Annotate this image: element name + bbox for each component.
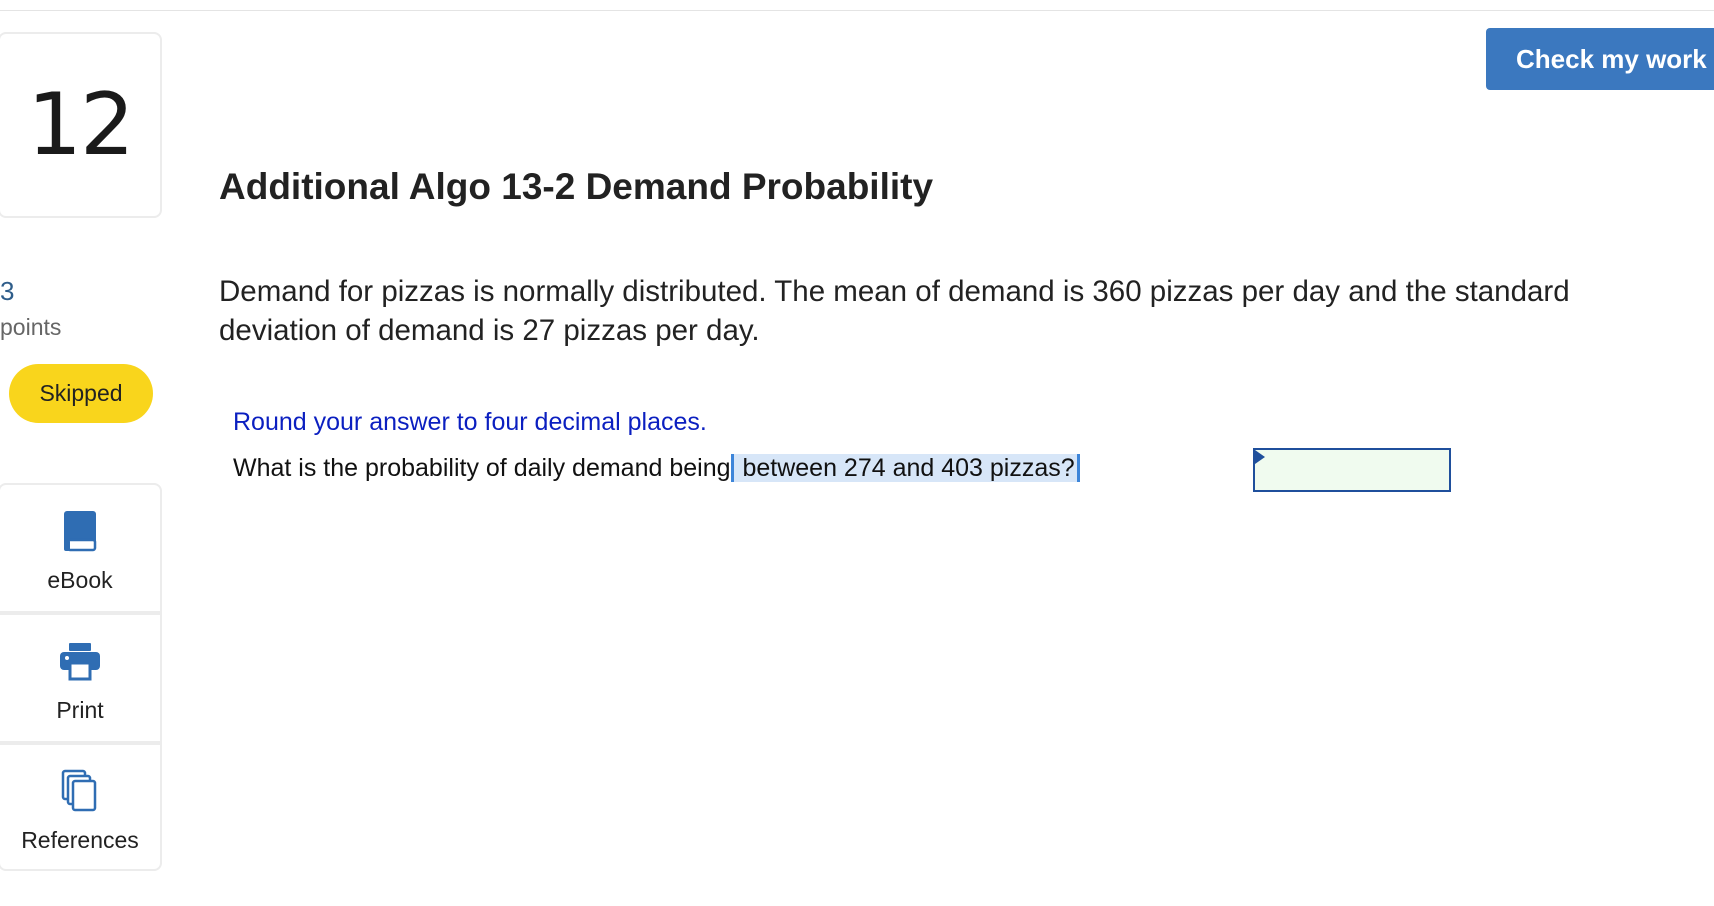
book-icon: [62, 509, 98, 553]
rounding-instruction: Round your answer to four decimal places…: [233, 408, 707, 436]
points-label: points: [0, 314, 62, 340]
question-stem: Demand for pizzas is normally distribute…: [219, 275, 1570, 347]
print-button[interactable]: Print: [0, 613, 162, 743]
references-button[interactable]: References: [0, 743, 162, 871]
status-badge: Skipped: [9, 364, 153, 423]
references-label: References: [21, 827, 139, 853]
print-label: Print: [56, 697, 104, 723]
question-number: 12: [27, 75, 134, 175]
points-value: 3: [0, 276, 15, 306]
ebook-label: eBook: [47, 567, 113, 593]
check-my-work-button[interactable]: Check my work: [1486, 28, 1714, 90]
printer-icon: [59, 639, 101, 683]
prompt-text: What is the probability of daily demand …: [233, 454, 731, 482]
top-divider: [0, 10, 1714, 11]
question-number-box: 12: [0, 32, 162, 218]
question-title: Additional Algo 13-2 Demand Probability: [219, 166, 934, 207]
answer-field[interactable]: [1253, 448, 1451, 492]
question-prompt: What is the probability of daily demand …: [233, 454, 1080, 483]
selected-text: between 274 and 403 pizzas?: [730, 454, 1080, 482]
copy-pages-icon: [61, 769, 99, 813]
ebook-button[interactable]: eBook: [0, 483, 162, 613]
